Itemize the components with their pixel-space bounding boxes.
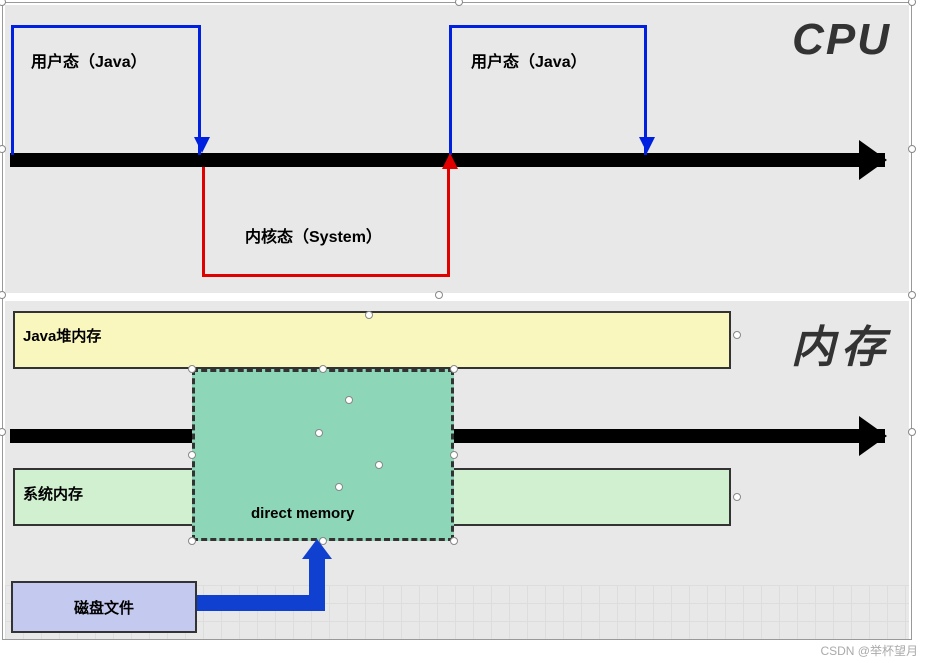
selection-handle[interactable] xyxy=(908,428,916,436)
system-memory-label: 系统内存 xyxy=(23,483,83,504)
disk-file-box[interactable]: 磁盘文件 xyxy=(11,581,197,633)
disk-file-label: 磁盘文件 xyxy=(74,597,134,618)
selection-handle[interactable] xyxy=(335,483,343,491)
kernel-mode-label: 内核态（System） xyxy=(245,223,382,247)
arrow-head-icon xyxy=(859,416,887,456)
arrow-head-icon xyxy=(859,140,887,180)
kernel-mode-box[interactable] xyxy=(202,167,450,277)
selection-handle[interactable] xyxy=(188,537,196,545)
selection-handle[interactable] xyxy=(188,365,196,373)
selection-handle[interactable] xyxy=(435,291,443,299)
arrow-down-icon xyxy=(194,137,210,153)
selection-handle[interactable] xyxy=(345,396,353,404)
watermark-text: CSDN @举杯望月 xyxy=(820,642,918,659)
selection-handle[interactable] xyxy=(188,451,196,459)
diagram-canvas: CPU 用户态（Java） 用户态（Java） 内核态（System） 内存 J… xyxy=(2,2,912,640)
java-heap-box[interactable] xyxy=(13,311,731,369)
user-mode-box-1[interactable] xyxy=(11,25,201,155)
selection-handle[interactable] xyxy=(319,365,327,373)
selection-handle[interactable] xyxy=(450,365,458,373)
disk-arrow-vertical xyxy=(309,555,325,605)
arrow-down-icon xyxy=(639,137,655,153)
selection-handle[interactable] xyxy=(908,145,916,153)
cpu-panel: CPU 用户态（Java） 用户态（Java） 内核态（System） xyxy=(5,5,909,293)
java-heap-label: Java堆内存 xyxy=(23,325,101,346)
selection-handle[interactable] xyxy=(375,461,383,469)
selection-handle[interactable] xyxy=(315,429,323,437)
cpu-title: CPU xyxy=(792,15,891,65)
selection-handle[interactable] xyxy=(908,291,916,299)
memory-panel: 内存 Java堆内存 系统内存 direct memory xyxy=(5,301,909,639)
user-mode-label-1: 用户态（Java） xyxy=(31,48,147,72)
arrow-up-icon xyxy=(302,539,332,559)
selection-handle[interactable] xyxy=(450,537,458,545)
arrow-up-icon xyxy=(442,153,458,169)
selection-handle[interactable] xyxy=(908,0,916,6)
selection-handle[interactable] xyxy=(450,451,458,459)
memory-title: 内存 xyxy=(791,311,891,375)
user-mode-box-2[interactable] xyxy=(449,25,647,155)
direct-memory-label: direct memory xyxy=(251,505,354,522)
selection-handle[interactable] xyxy=(0,291,6,299)
disk-arrow-horizontal xyxy=(197,595,325,611)
selection-handle[interactable] xyxy=(733,331,741,339)
user-mode-label-2: 用户态（Java） xyxy=(471,48,587,72)
selection-handle[interactable] xyxy=(733,493,741,501)
selection-handle[interactable] xyxy=(365,311,373,319)
